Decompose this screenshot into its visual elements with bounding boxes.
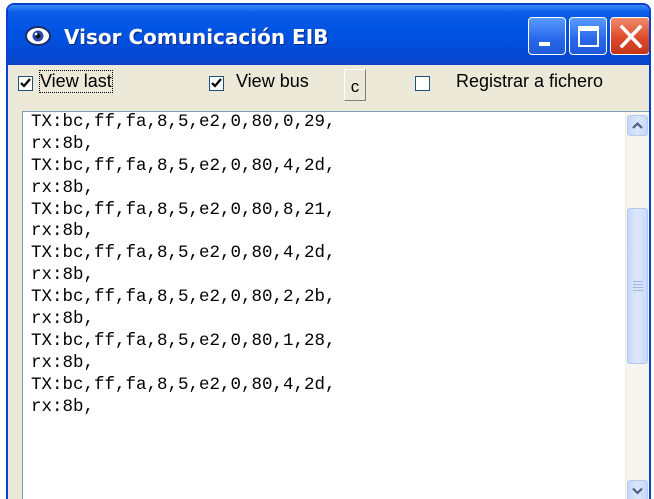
view-bus-label[interactable]: View bus [236,71,309,92]
maximize-button[interactable] [569,17,607,55]
grip-line [633,281,643,282]
log-line: TX:bc,ff,fa,8,5,e2,0,80,2,2b, [31,287,336,308]
chevron-up-icon [632,121,643,129]
eye-icon [24,24,52,48]
view-bus-checkbox[interactable] [209,76,224,91]
log-line: rx:8b, [31,396,95,417]
log-line: TX:bc,ff,fa,8,5,e2,0,80,4,2d, [31,155,336,176]
chevron-down-icon [632,487,643,495]
log-line: TX:bc,ff,fa,8,5,e2,0,80,1,28, [31,330,336,351]
vertical-scrollbar[interactable] [625,112,649,499]
grip-line [633,284,643,285]
log-line: rx:8b, [31,309,95,330]
c-button[interactable]: c [344,69,366,101]
close-button[interactable] [610,17,649,55]
checkmark-icon [20,78,31,88]
registrar-checkbox[interactable] [415,76,430,91]
log-textarea[interactable]: TX:bc,ff,fa,8,5,e2,0,80,0,29, rx:8b, TX:… [22,111,649,499]
maximize-icon [578,26,599,47]
checkmark-icon [211,78,222,88]
minimize-icon [539,42,550,46]
log-line: rx:8b, [31,133,95,154]
window-title: Visor Comunicación EIB [64,25,329,49]
log-lines: TX:bc,ff,fa,8,5,e2,0,80,0,29, rx:8b, TX:… [31,112,336,418]
scroll-up-button[interactable] [627,115,648,136]
log-line: TX:bc,ff,fa,8,5,e2,0,80,0,29, [31,112,336,132]
log-line: rx:8b, [31,221,95,242]
grip-line [633,290,643,291]
close-icon [619,24,643,49]
log-line: rx:8b, [31,352,95,373]
view-last-checkbox[interactable] [18,76,33,91]
log-line: TX:bc,ff,fa,8,5,e2,0,80,4,2d, [31,374,336,395]
view-last-label[interactable]: View last [39,70,113,93]
log-line: TX:bc,ff,fa,8,5,e2,0,80,4,2d, [31,243,336,264]
minimize-button[interactable] [528,17,566,55]
registrar-label[interactable]: Registrar a fichero [456,71,603,92]
grip-line [633,287,643,288]
toolbar: View last View bus c Registrar a fichero [8,65,649,111]
log-line: rx:8b, [31,177,95,198]
scroll-thumb[interactable] [627,208,648,364]
title-bar[interactable]: Visor Comunicación EIB [8,5,649,65]
app-window: Visor Comunicación EIB View last View bu… [6,3,651,499]
log-line: TX:bc,ff,fa,8,5,e2,0,80,8,21, [31,199,336,220]
log-line: rx:8b, [31,265,95,286]
scroll-down-button[interactable] [627,480,648,499]
